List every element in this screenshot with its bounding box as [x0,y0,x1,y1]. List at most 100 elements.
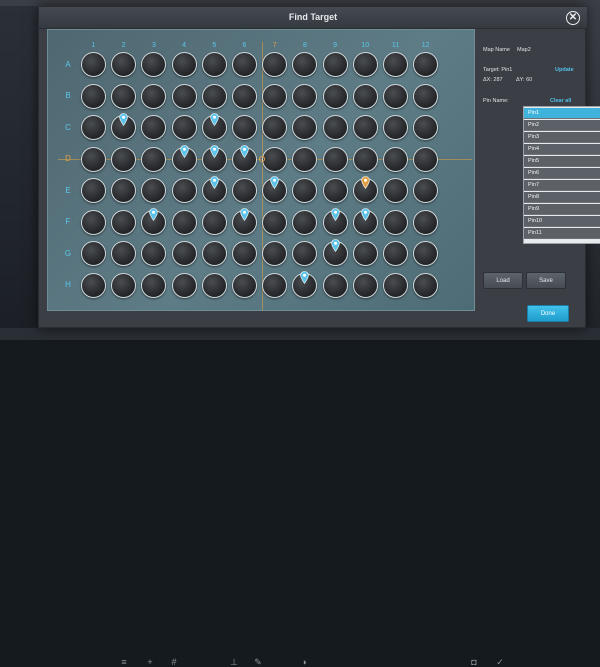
well-F8[interactable] [292,209,318,235]
well-E3[interactable] [141,178,167,203]
well-H11[interactable] [383,272,408,298]
well-D3[interactable] [141,146,167,172]
well-A5[interactable] [201,52,227,77]
pin-list-item[interactable]: Pin4 [524,144,600,155]
grid-icon[interactable]: # [168,658,180,667]
done-button[interactable]: Done [527,305,569,322]
well-C12[interactable] [413,115,439,140]
well-E12[interactable] [413,178,439,203]
well-B9[interactable] [322,83,348,109]
well-B11[interactable] [383,83,408,109]
well-B4[interactable] [171,83,197,109]
well-G7[interactable] [262,241,288,266]
well-C11[interactable] [383,115,408,140]
well-A10[interactable] [352,52,378,77]
well-C8[interactable] [292,115,318,140]
map-pin-icon[interactable] [210,113,219,126]
well-A4[interactable] [171,52,197,77]
camera-icon[interactable]: ◘ [468,658,480,667]
well-H12[interactable] [413,272,439,298]
well-H5[interactable] [201,272,227,298]
well-E2[interactable] [111,178,137,203]
well-F12[interactable] [413,209,439,235]
check-icon[interactable]: ✓ [494,658,506,667]
well-D2[interactable] [111,146,137,172]
well-B10[interactable] [352,83,378,109]
pin-list-item[interactable]: Pin9 [524,204,600,215]
map-pin-icon[interactable] [240,207,249,221]
well-H7[interactable] [262,272,288,298]
well-D7[interactable] [262,146,288,172]
pin-list-item[interactable]: Pin6 [524,168,600,179]
well-G6[interactable] [232,241,257,266]
plus-icon[interactable]: + [144,658,156,667]
well-E9[interactable] [322,178,348,203]
well-B2[interactable] [111,83,137,109]
well-H10[interactable] [352,272,378,298]
well-H6[interactable] [232,272,257,298]
pin-list[interactable]: Pin11 Pin10 Pin9 Pin8 Pin7 Pin6 Pin5 Pin4 Pin3 Pi… [523,106,600,244]
well-H3[interactable] [141,272,167,298]
update-button[interactable]: Update [555,67,574,73]
well-E4[interactable] [171,178,197,203]
well-D11[interactable] [383,146,408,172]
well-F2[interactable] [111,209,137,235]
well-D9[interactable] [322,146,348,172]
pin-list-item[interactable]: Pin2 [524,120,600,131]
well-E1[interactable] [81,178,106,203]
well-B8[interactable] [292,83,318,109]
well-E8[interactable] [292,178,318,203]
map-pin-icon[interactable] [210,144,219,158]
save-button[interactable]: Save [526,272,566,289]
well-D10[interactable] [352,146,378,172]
well-F5[interactable] [201,209,227,235]
well-G10[interactable] [352,241,378,266]
split-icon[interactable]: ⊥ [228,658,240,667]
well-G11[interactable] [383,241,408,266]
well-C9[interactable] [322,115,348,140]
well-G4[interactable] [171,241,197,266]
map-pin-icon[interactable] [330,239,340,252]
contrast-icon[interactable]: ◑ [298,658,310,667]
well-B6[interactable] [232,83,257,109]
pin-list-item[interactable]: Pin1 [524,108,600,119]
well-B1[interactable] [81,83,106,109]
well-C6[interactable] [232,115,257,140]
well-G2[interactable] [111,241,137,266]
edit-icon[interactable]: ✎ [252,658,264,667]
well-F11[interactable] [383,209,408,235]
well-E11[interactable] [383,178,408,203]
pin-list-item[interactable]: Pin3 [524,132,600,143]
well-H4[interactable] [171,272,197,298]
well-C10[interactable] [352,115,378,140]
well-C4[interactable] [171,115,197,140]
well-H1[interactable] [81,272,106,298]
pin-list-item[interactable]: Pin7 [524,180,600,191]
well-A3[interactable] [141,52,167,77]
well-G12[interactable] [413,241,439,266]
well-C1[interactable] [81,115,106,140]
pin-list-item[interactable]: Pin8 [524,192,600,203]
well-D12[interactable] [413,146,439,172]
well-G5[interactable] [201,241,227,266]
well-F7[interactable] [262,209,288,235]
map-pin-icon[interactable] [119,113,128,126]
well-G1[interactable] [81,241,106,266]
well-A6[interactable] [232,52,257,77]
well-E6[interactable] [232,178,257,203]
well-C3[interactable] [141,115,167,140]
well-D8[interactable] [292,146,318,172]
pin-list-item[interactable]: Pin10 [524,216,600,227]
map-pin-icon[interactable] [149,207,159,221]
well-D1[interactable] [81,146,106,172]
menu-icon[interactable]: ≡ [118,658,130,667]
well-A2[interactable] [111,52,137,77]
well-B5[interactable] [201,83,227,109]
well-C7[interactable] [262,115,288,140]
load-button[interactable]: Load [483,272,523,289]
map-pin-icon[interactable] [361,176,370,189]
well-B12[interactable] [413,83,439,109]
well-G3[interactable] [141,241,167,266]
map-pin-icon[interactable] [361,207,370,221]
pin-list-item[interactable]: Pin11 [524,228,600,239]
